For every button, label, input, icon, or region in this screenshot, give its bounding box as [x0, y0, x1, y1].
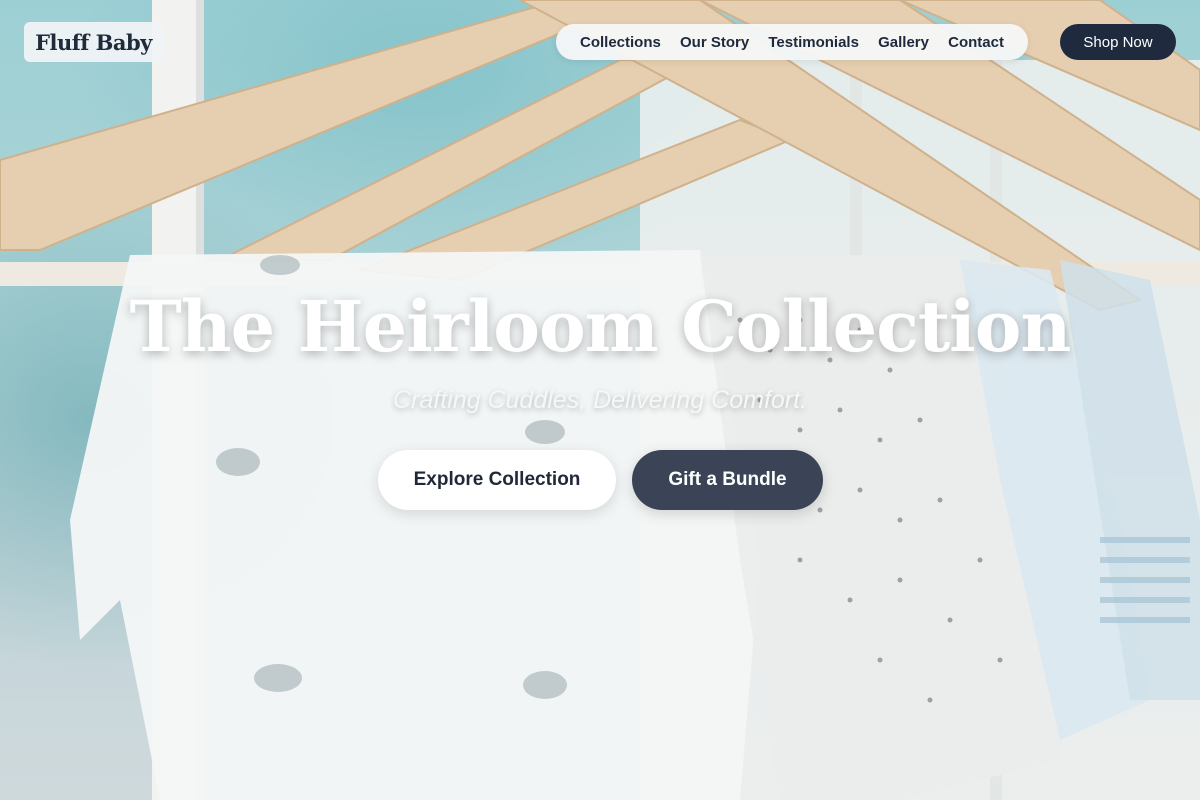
nav-item-collections[interactable]: Collections	[580, 34, 661, 51]
main-navigation: Collections Our Story Testimonials Galle…	[556, 24, 1028, 60]
hero-title: The Heirloom Collection	[129, 285, 1072, 368]
explore-collection-button[interactable]: Explore Collection	[378, 450, 616, 510]
gift-a-bundle-button[interactable]: Gift a Bundle	[632, 450, 823, 510]
hero-subtitle: Crafting Cuddles, Delivering Comfort.	[392, 386, 808, 414]
shop-now-button[interactable]: Shop Now	[1060, 24, 1176, 60]
brand-logo[interactable]: Fluff Baby	[24, 22, 163, 62]
nav-item-our-story[interactable]: Our Story	[680, 34, 749, 51]
nav-item-gallery[interactable]: Gallery	[878, 34, 929, 51]
nav-item-contact[interactable]: Contact	[948, 34, 1004, 51]
nav-item-testimonials[interactable]: Testimonials	[768, 34, 859, 51]
